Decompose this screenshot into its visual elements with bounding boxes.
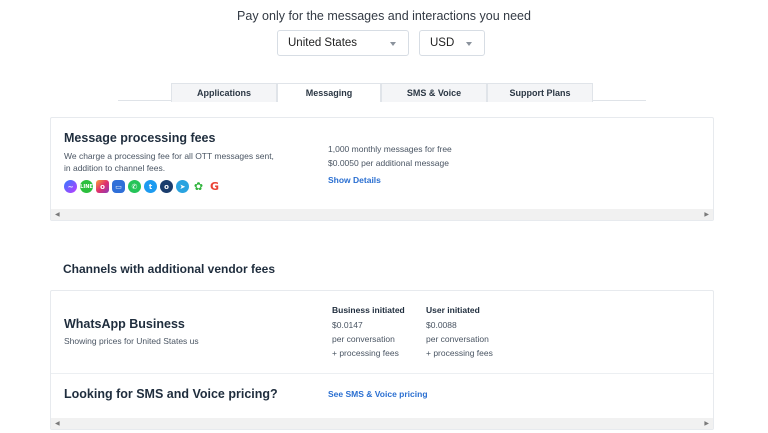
- business-initiated-header: Business initiated: [332, 305, 405, 315]
- horizontal-scrollbar[interactable]: ◀ ▶: [51, 209, 713, 220]
- sms-voice-question: Looking for SMS and Voice pricing?: [64, 387, 278, 401]
- tab-applications[interactable]: Applications: [171, 83, 277, 102]
- vendor-fees-card: WhatsApp Business Showing prices for Uni…: [50, 290, 714, 430]
- pricing-subtitle: Pay only for the messages and interactio…: [237, 9, 531, 23]
- wechat-icon: ✿: [192, 180, 205, 193]
- tab-support-plans[interactable]: Support Plans: [487, 83, 593, 102]
- scroll-right-icon[interactable]: ▶: [704, 211, 709, 218]
- signal-icon: o: [160, 180, 173, 193]
- instagram-icon: o: [96, 180, 109, 193]
- processing-fees-desc-1: We charge a processing fee for all OTT m…: [64, 151, 274, 161]
- sms-voice-pricing-link[interactable]: See SMS & Voice pricing: [328, 389, 428, 399]
- user-initiated-extra: + processing fees: [426, 348, 493, 358]
- currency-select-value: USD: [430, 37, 455, 49]
- currency-select[interactable]: USD: [419, 30, 485, 56]
- whatsapp-icon: ✆: [128, 180, 141, 193]
- country-select-value: United States: [288, 37, 358, 49]
- row-divider: [51, 373, 713, 374]
- chevron-down-icon: [466, 42, 472, 46]
- free-messages-line: 1,000 monthly messages for free: [328, 144, 452, 154]
- messenger-icon: ~: [64, 180, 77, 193]
- google-icon: G: [208, 180, 221, 193]
- channel-icons: ~ LINE o ▭ ✆ t o ➤ ✿ G: [64, 180, 221, 193]
- chevron-down-icon: [390, 42, 396, 46]
- business-initiated-extra: + processing fees: [332, 348, 399, 358]
- scroll-right-icon[interactable]: ▶: [704, 420, 709, 427]
- tab-sms-voice[interactable]: SMS & Voice: [381, 83, 487, 102]
- twitter-icon: t: [144, 180, 157, 193]
- user-initiated-price: $0.0088: [426, 320, 457, 330]
- processing-fees-desc-2: in addition to channel fees.: [64, 163, 166, 173]
- scroll-left-icon[interactable]: ◀: [55, 420, 60, 427]
- business-initiated-unit: per conversation: [332, 334, 395, 344]
- telegram-icon: ➤: [176, 180, 189, 193]
- processing-fees-title: Message processing fees: [64, 131, 216, 145]
- user-initiated-header: User initiated: [426, 305, 480, 315]
- horizontal-scrollbar[interactable]: ◀ ▶: [51, 418, 713, 429]
- business-initiated-price: $0.0147: [332, 320, 363, 330]
- viber-icon: ▭: [112, 180, 125, 193]
- whatsapp-business-subtitle: Showing prices for United States us: [64, 336, 199, 346]
- user-initiated-unit: per conversation: [426, 334, 489, 344]
- show-details-link[interactable]: Show Details: [328, 175, 381, 185]
- line-icon: LINE: [80, 180, 93, 193]
- additional-message-price: $0.0050 per additional message: [328, 158, 449, 168]
- country-select[interactable]: United States: [277, 30, 409, 56]
- vendor-fees-heading: Channels with additional vendor fees: [63, 262, 276, 276]
- tab-messaging[interactable]: Messaging: [277, 83, 381, 102]
- scroll-left-icon[interactable]: ◀: [55, 211, 60, 218]
- processing-fees-card: Message processing fees We charge a proc…: [50, 117, 714, 221]
- whatsapp-business-title: WhatsApp Business: [64, 317, 185, 331]
